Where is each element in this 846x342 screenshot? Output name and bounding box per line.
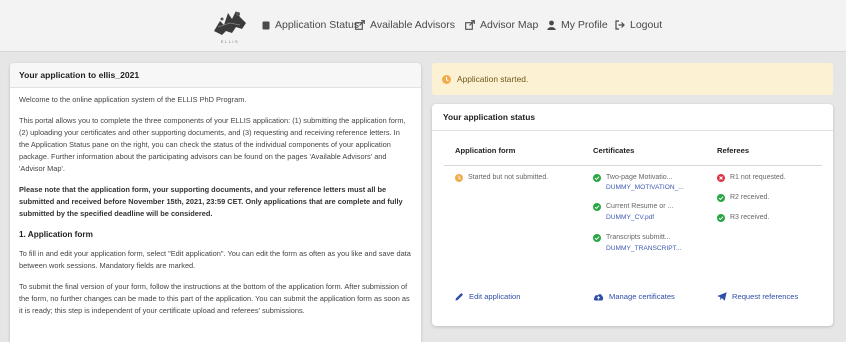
col-head-referees: Referees (717, 146, 750, 155)
nav-my-profile-label: My Profile (561, 19, 608, 31)
check-circle-icon (717, 214, 725, 222)
paper-plane-icon (717, 292, 727, 301)
referee-status: R3 received. (717, 214, 769, 222)
user-icon (547, 20, 556, 30)
col-head-certificates: Certificates (593, 146, 635, 155)
logo-wordmark: ELLIS (220, 39, 240, 44)
deadline-notice: Please note that the application form, y… (19, 185, 403, 218)
nav-logout-label: Logout (630, 19, 663, 31)
certificate-label: Two-page Motivatio... (606, 174, 673, 181)
request-references-label: Request references (732, 292, 799, 301)
certificate-label: Current Resume or ... (606, 203, 674, 210)
certificate-label: Transcripts submitt... (606, 234, 671, 241)
nav-my-profile[interactable]: My Profile (547, 19, 608, 31)
pencil-icon (455, 293, 463, 301)
referee-status: R2 received. (717, 194, 769, 202)
check-circle-icon (593, 203, 601, 211)
manage-certificates-label: Manage certificates (609, 292, 675, 301)
application-form-instructions: To fill in and edit your application for… (19, 249, 411, 270)
check-circle-icon (717, 194, 725, 202)
check-circle-icon (593, 234, 601, 242)
status-title: Your application status (432, 104, 833, 131)
form-status-label: Started but not submitted. (468, 174, 549, 181)
request-references-link[interactable]: Request references (717, 292, 798, 301)
certificate-item: Two-page Motivatio... (593, 174, 673, 182)
certificate-file-link[interactable]: DUMMY_TRANSCRIPT... (606, 245, 681, 252)
application-info-card: Your application to ellis_2021 Welcome t… (10, 63, 421, 342)
top-navbar: ELLIS Application Status Available Advis… (0, 0, 846, 52)
intro-text: This portal allows you to complete the t… (19, 116, 406, 173)
error-circle-icon (717, 174, 725, 182)
nav-application-status-label: Application Status (275, 19, 360, 31)
cloud-upload-icon (593, 294, 604, 301)
application-info-title: Your application to ellis_2021 (10, 63, 421, 88)
section-heading-application-form: 1. Application form (19, 230, 93, 239)
nav-application-status[interactable]: Application Status (262, 19, 359, 31)
form-status: Started but not submitted. (455, 174, 548, 182)
clock-icon (442, 74, 451, 84)
referee-status-label: R3 received. (730, 214, 770, 221)
referee-status-label: R1 not requested. (730, 174, 786, 181)
external-link-icon (355, 20, 365, 30)
welcome-text: Welcome to the online application system… (19, 95, 247, 104)
table-divider (444, 165, 822, 166)
certificate-file-link[interactable]: DUMMY_CV.pdf (606, 214, 654, 221)
certificate-item: Transcripts submitt... (593, 234, 671, 242)
nav-available-advisors[interactable]: Available Advisors (355, 19, 455, 31)
check-circle-icon (593, 174, 601, 182)
nav-advisor-map[interactable]: Advisor Map (465, 19, 538, 31)
col-head-application-form: Application form (455, 146, 516, 155)
manage-certificates-link[interactable]: Manage certificates (593, 292, 675, 301)
application-info-body: Welcome to the online application system… (10, 88, 421, 332)
external-link-icon (465, 20, 475, 30)
alert-text: Application started. (457, 74, 529, 84)
certificate-item: Current Resume or ... (593, 203, 673, 211)
logout-icon (615, 20, 625, 30)
edit-application-link[interactable]: Edit application (455, 292, 521, 301)
certificate-file-link[interactable]: DUMMY_MOTIVATION_... (606, 184, 684, 191)
clock-icon (455, 174, 463, 182)
ellis-logo[interactable]: ELLIS (210, 5, 250, 47)
referee-status: R1 not requested. (717, 174, 786, 182)
status-alert: Application started. (432, 63, 833, 95)
file-icon (262, 21, 270, 29)
nav-logout[interactable]: Logout (615, 19, 662, 31)
submission-instructions: To submit the final version of your form… (19, 282, 410, 315)
nav-advisor-map-label: Advisor Map (480, 19, 539, 31)
application-status-card: Your application status Application form… (432, 104, 833, 326)
nav-available-advisors-label: Available Advisors (370, 19, 456, 31)
edit-application-label: Edit application (469, 292, 521, 301)
referee-status-label: R2 received. (730, 194, 770, 201)
